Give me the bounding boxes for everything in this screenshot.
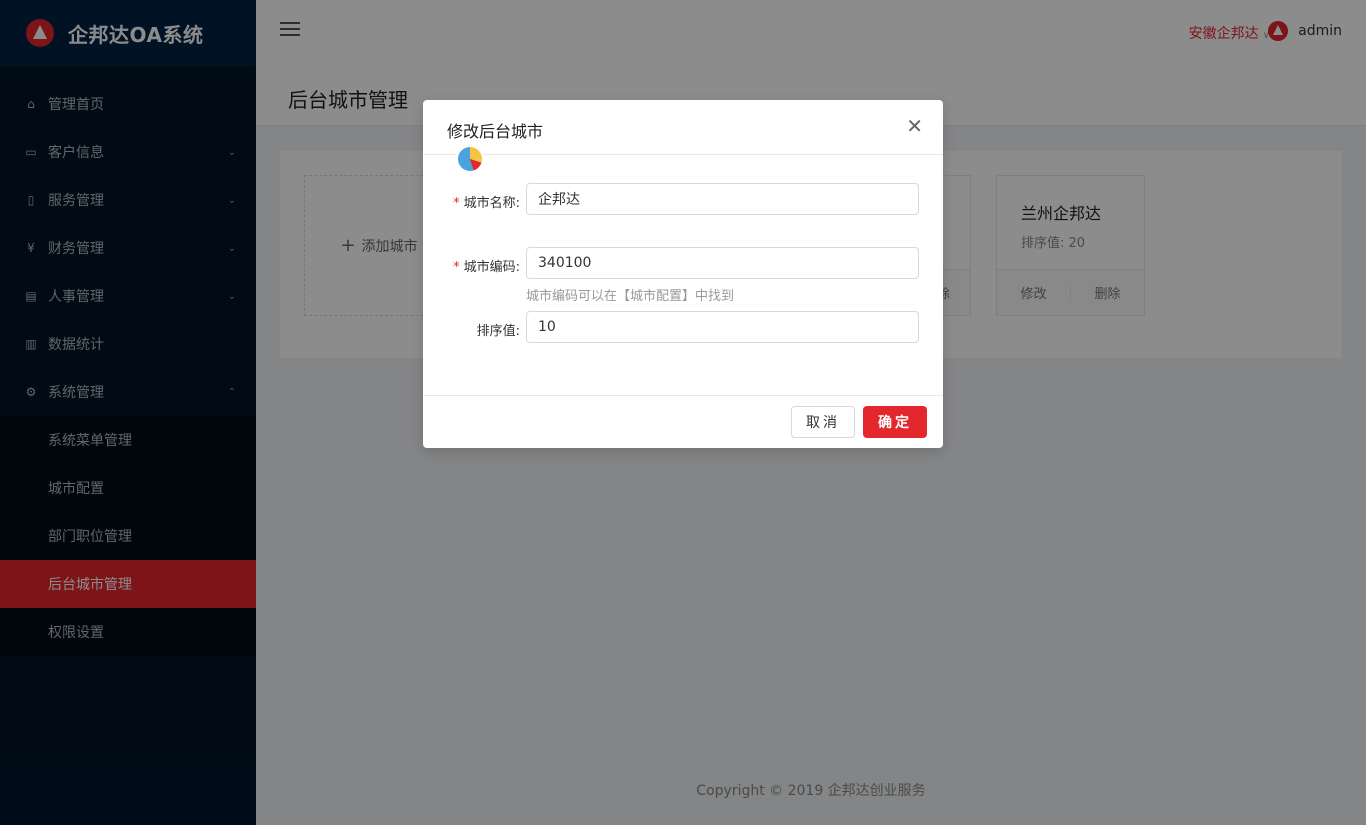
- floating-ball-icon[interactable]: [456, 145, 484, 173]
- city-code-help: 城市编码可以在【城市配置】中找到: [526, 289, 735, 304]
- modal-header: 修改后台城市 ✕: [423, 100, 943, 155]
- cancel-button[interactable]: 取消: [791, 406, 855, 438]
- city-name-input[interactable]: 企邦达: [526, 183, 919, 215]
- city-code-input[interactable]: 340100: [526, 247, 919, 279]
- order-input[interactable]: 10: [526, 311, 919, 343]
- city-code-label: * 城市编码:: [453, 260, 520, 275]
- order-label: 排序值:: [476, 324, 520, 339]
- modal-footer: 取消 确定: [423, 395, 943, 448]
- modal-title: 修改后台城市: [447, 122, 544, 141]
- close-icon[interactable]: ✕: [906, 116, 923, 136]
- edit-city-modal: 修改后台城市 ✕ * 城市名称: 企邦达 * 城市编码: 340100 城市编码可以…: [423, 100, 943, 448]
- city-name-label: * 城市名称:: [453, 196, 520, 211]
- confirm-button[interactable]: 确定: [863, 406, 927, 438]
